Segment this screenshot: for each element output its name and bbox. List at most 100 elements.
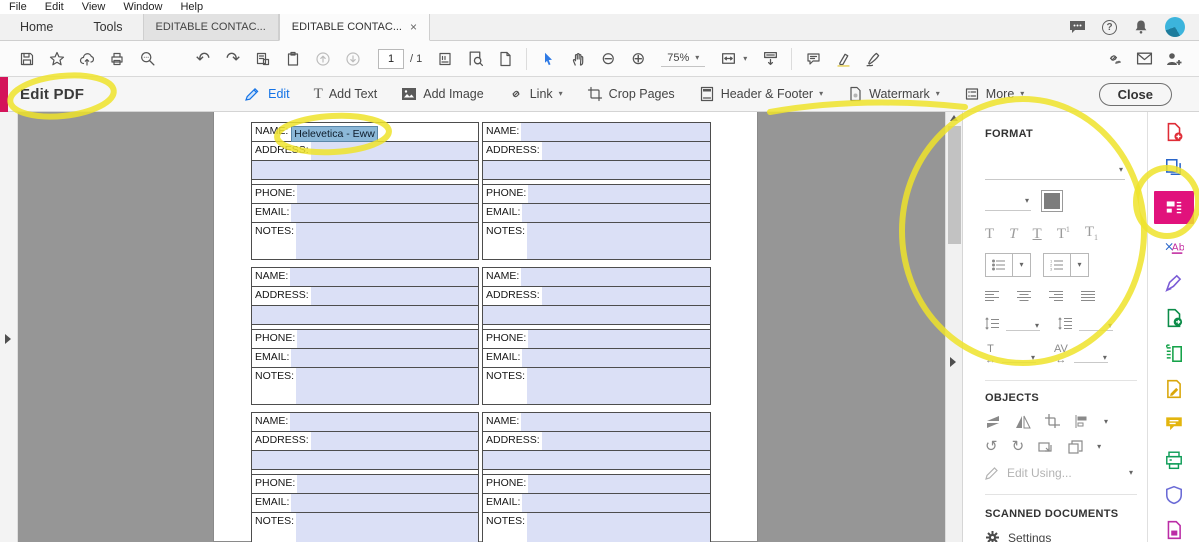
print-button[interactable]: [102, 45, 132, 73]
address2-field[interactable]: [483, 161, 710, 179]
edit-mode-button[interactable]: Edit: [244, 86, 290, 102]
menu-window[interactable]: Window: [114, 1, 171, 13]
font-family-select[interactable]: ▾: [985, 160, 1125, 180]
phone-field[interactable]: [528, 475, 710, 493]
bullet-list-button[interactable]: [986, 254, 1012, 276]
hand-tool-button[interactable]: [563, 45, 593, 73]
underline-button[interactable]: T: [1033, 227, 1042, 242]
request-signatures-tool[interactable]: [1162, 377, 1186, 400]
bullet-list-menu[interactable]: ▾: [1012, 254, 1030, 276]
character-spacing-select[interactable]: ▾: [1073, 347, 1108, 363]
star-button[interactable]: [42, 45, 72, 73]
menu-file[interactable]: File: [0, 1, 36, 13]
line-spacing-select[interactable]: ▾: [1006, 315, 1040, 331]
redo-button[interactable]: ↷: [218, 45, 248, 73]
edit-pdf-tool-selected[interactable]: [1153, 190, 1194, 224]
address-field[interactable]: [310, 287, 478, 305]
chevron-down-icon[interactable]: ▾: [1097, 442, 1101, 451]
undo-button[interactable]: ↶: [188, 45, 218, 73]
rotate-cw-button[interactable]: ↻: [1012, 439, 1025, 454]
notifications-button[interactable]: [1133, 19, 1149, 35]
crop-object-button[interactable]: [1045, 414, 1060, 429]
scan-ocr-tool[interactable]: [1162, 342, 1186, 365]
zoom-in-button[interactable]: ⊕: [623, 45, 653, 73]
protect-tool[interactable]: [1162, 483, 1186, 506]
search-button[interactable]: [132, 45, 162, 73]
zoom-level-select[interactable]: 75% ▾: [661, 50, 706, 67]
phone-field[interactable]: [297, 475, 478, 493]
chevron-down-icon[interactable]: ▾: [743, 54, 747, 63]
highlight-tool-button[interactable]: [828, 45, 858, 73]
watermark-button[interactable]: Watermark ▾: [847, 86, 940, 102]
share-button[interactable]: [72, 45, 102, 73]
page-thumbnails-button[interactable]: [430, 45, 460, 73]
phone-field[interactable]: [297, 330, 478, 348]
email-field[interactable]: [522, 494, 710, 512]
phone-field[interactable]: [297, 185, 478, 203]
name-field[interactable]: [290, 268, 478, 286]
menu-help[interactable]: Help: [171, 1, 212, 13]
align-right-button[interactable]: [1049, 290, 1064, 302]
scroll-up-icon[interactable]: [950, 115, 958, 121]
paragraph-spacing-select[interactable]: ▾: [1079, 315, 1113, 331]
crop-pages-button[interactable]: Crop Pages: [587, 86, 675, 102]
select-tool-button[interactable]: [533, 45, 563, 73]
numbered-list-menu[interactable]: ▾: [1070, 254, 1088, 276]
italic-button[interactable]: T: [1009, 227, 1017, 242]
page-down-button[interactable]: [338, 45, 368, 73]
email-field[interactable]: [291, 349, 478, 367]
arrange-button[interactable]: [1068, 439, 1083, 454]
email-field[interactable]: [522, 204, 710, 222]
name-field[interactable]: [521, 413, 710, 431]
share-link-button[interactable]: [1099, 45, 1129, 73]
address-field[interactable]: [310, 432, 478, 450]
comment-tool[interactable]: [1162, 413, 1186, 436]
chevron-down-icon[interactable]: ▾: [1104, 417, 1108, 426]
align-left-button[interactable]: [985, 290, 1000, 302]
create-pdf-tool[interactable]: [1162, 120, 1186, 143]
address-field[interactable]: [541, 142, 710, 160]
link-menu-button[interactable]: Link ▾: [508, 86, 563, 102]
zoom-out-button[interactable]: ⊖: [593, 45, 623, 73]
flip-vertical-button[interactable]: [985, 415, 1001, 429]
address2-field[interactable]: [252, 306, 478, 324]
superscript-button[interactable]: T1: [1057, 226, 1070, 242]
snapshot-button[interactable]: [248, 45, 278, 73]
edit-using-button[interactable]: Edit Using... ▾: [985, 466, 1133, 480]
font-color-picker[interactable]: [1041, 190, 1063, 212]
address2-field[interactable]: [483, 306, 710, 324]
flip-horizontal-button[interactable]: [1015, 415, 1031, 429]
page-up-button[interactable]: [308, 45, 338, 73]
address2-field[interactable]: [483, 451, 710, 469]
email-field[interactable]: [291, 494, 478, 512]
close-edit-mode-button[interactable]: Close: [1098, 82, 1172, 106]
scan-settings-button[interactable]: Settings: [985, 530, 1133, 542]
notes-field[interactable]: [527, 513, 710, 542]
convert-pdf-tool[interactable]: [1162, 307, 1186, 330]
compress-pdf-tool[interactable]: [1162, 519, 1186, 542]
add-image-button[interactable]: Add Image: [401, 87, 484, 101]
collapse-panel-icon[interactable]: [950, 357, 956, 367]
horizontal-scale-select[interactable]: ▾: [1002, 347, 1036, 363]
phone-field[interactable]: [528, 330, 710, 348]
notes-field[interactable]: [296, 368, 478, 404]
page-number-input[interactable]: [378, 48, 404, 69]
new-page-button[interactable]: [490, 45, 520, 73]
selected-text[interactable]: Helevetica - Eww: [291, 126, 378, 142]
tab-tools[interactable]: Tools: [73, 14, 142, 40]
save-button[interactable]: [12, 45, 42, 73]
vertical-scrollbar[interactable]: [945, 112, 962, 542]
clipboard-button[interactable]: [278, 45, 308, 73]
numbered-list-button[interactable]: 123: [1044, 254, 1070, 276]
replace-image-button[interactable]: [1038, 440, 1054, 454]
subscript-button[interactable]: T1: [1085, 225, 1098, 242]
more-menu-button[interactable]: More ▾: [964, 86, 1024, 102]
address2-field[interactable]: [252, 451, 478, 469]
email-field[interactable]: [291, 204, 478, 222]
font-size-select[interactable]: ▾: [985, 191, 1031, 211]
notes-field[interactable]: [527, 223, 710, 259]
address-field[interactable]: [541, 287, 710, 305]
menu-edit[interactable]: Edit: [36, 1, 73, 13]
help-icon[interactable]: ?: [1102, 19, 1117, 35]
export-office-tool[interactable]: × Ab: [1162, 236, 1186, 259]
